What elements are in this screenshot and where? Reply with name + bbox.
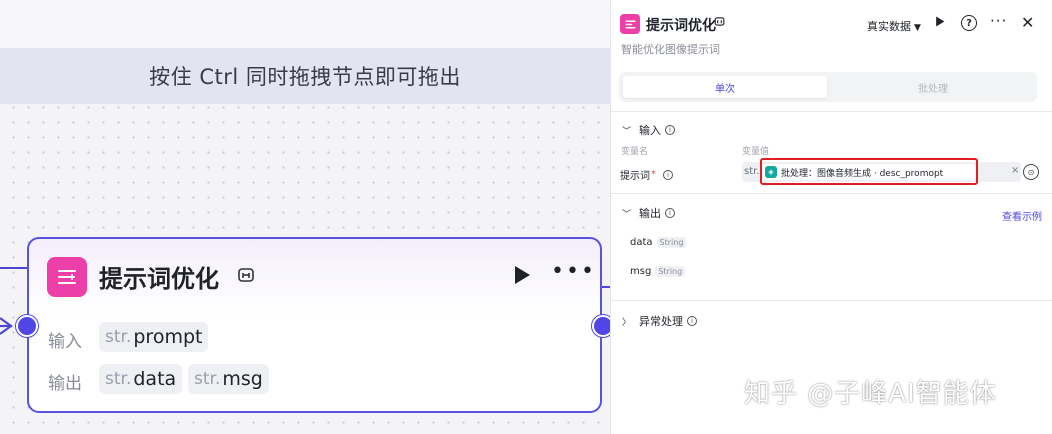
input-section-header[interactable]: ﹀ 输入 i [622, 122, 676, 138]
chevron-down-icon: ▼ [914, 23, 921, 33]
highlight-box [760, 158, 978, 185]
batch-icon [714, 16, 725, 30]
canvas-top-area [0, 0, 610, 48]
output-field: msg String [630, 266, 686, 277]
node-output-tag: str. data [99, 364, 183, 394]
edge-arrow-icon [0, 314, 22, 338]
info-icon: i [665, 125, 676, 135]
required-mark: * [651, 169, 656, 180]
close-icon[interactable]: ✕ [1021, 13, 1034, 32]
type-prefix: str. [105, 369, 132, 389]
target-icon[interactable]: ⊙ [1023, 164, 1039, 180]
output-name: msg [222, 368, 263, 390]
node-output-label: 输出 [48, 374, 82, 394]
info-icon: i [665, 208, 676, 218]
divider [611, 193, 1052, 194]
input-section-title: 输入 [639, 124, 662, 137]
node-input-label: 输入 [48, 332, 82, 352]
info-icon: i [687, 316, 698, 326]
tab-single[interactable]: 单次 [623, 76, 827, 98]
node-output-tag: str. msg [188, 364, 269, 394]
view-example-link[interactable]: 查看示例 [1002, 208, 1042, 223]
node-title: 提示词优化 [99, 265, 219, 293]
output-field: data String [630, 237, 687, 248]
output-section-title: 输出 [639, 207, 662, 220]
play-icon[interactable] [935, 16, 945, 31]
panel-subtitle: 智能优化图像提示词 [621, 43, 720, 56]
clear-icon[interactable]: × [1011, 165, 1019, 176]
chevron-down-icon: ﹀ [622, 126, 632, 137]
variable-label: 提示词 * i [620, 167, 673, 182]
output-name: data [133, 368, 177, 390]
exception-section-title: 异常处理 [639, 315, 684, 328]
run-mode-tabs: 单次 批处理 [619, 72, 1037, 102]
divider [611, 111, 1052, 112]
output-field-name: data [630, 237, 653, 248]
chevron-right-icon: 〉 [622, 317, 632, 328]
batch-icon [237, 266, 255, 288]
input-name: prompt [133, 326, 203, 348]
list-edit-icon [620, 14, 640, 34]
chevron-down-icon: ﹀ [622, 209, 632, 220]
output-field-type: String [655, 266, 686, 277]
data-mode-select[interactable]: 真实数据 ▼ [867, 18, 921, 34]
data-mode-value: 真实数据 [867, 20, 911, 33]
tab-batch[interactable]: 批处理 [833, 76, 1033, 98]
type-prefix: str. [194, 369, 221, 389]
drag-hint-text: 按住 Ctrl 同时拖拽节点即可拖出 [149, 65, 461, 89]
panel-title: 提示词优化 [646, 18, 716, 34]
more-icon[interactable]: ··· [990, 12, 1007, 30]
exception-section-header[interactable]: 〉 异常处理 i [622, 313, 698, 329]
output-field-type: String [656, 237, 687, 248]
help-icon[interactable]: ? [961, 15, 977, 31]
variable-name: 提示词 [620, 171, 650, 182]
play-icon[interactable] [513, 265, 531, 290]
type-prefix: str. [744, 166, 760, 177]
node-config-panel: 提示词优化 智能优化图像提示词 真实数据 ▼ ? ··· ✕ 单次 批处理 ﹀ 输… [610, 0, 1052, 434]
node-input-tag: str. prompt [99, 322, 209, 352]
divider [611, 300, 1052, 301]
list-edit-icon [47, 257, 87, 297]
info-icon: i [663, 169, 673, 180]
watermark: 知乎 @子峰AI智能体 [744, 379, 997, 409]
type-prefix: str. [105, 327, 132, 347]
col-header-value: 变量值 [742, 147, 770, 157]
drag-hint-banner: 按住 Ctrl 同时拖拽节点即可拖出 [0, 48, 610, 104]
output-field-name: msg [630, 266, 652, 277]
output-section-header[interactable]: ﹀ 输出 i [622, 205, 676, 221]
more-icon[interactable]: ••• [551, 259, 596, 284]
prompt-optimize-node[interactable]: 提示词优化 ••• 输入 str. prompt 输出 str. data st… [16, 237, 614, 413]
col-header-name: 变量名 [621, 147, 649, 157]
incoming-edge [0, 267, 28, 269]
